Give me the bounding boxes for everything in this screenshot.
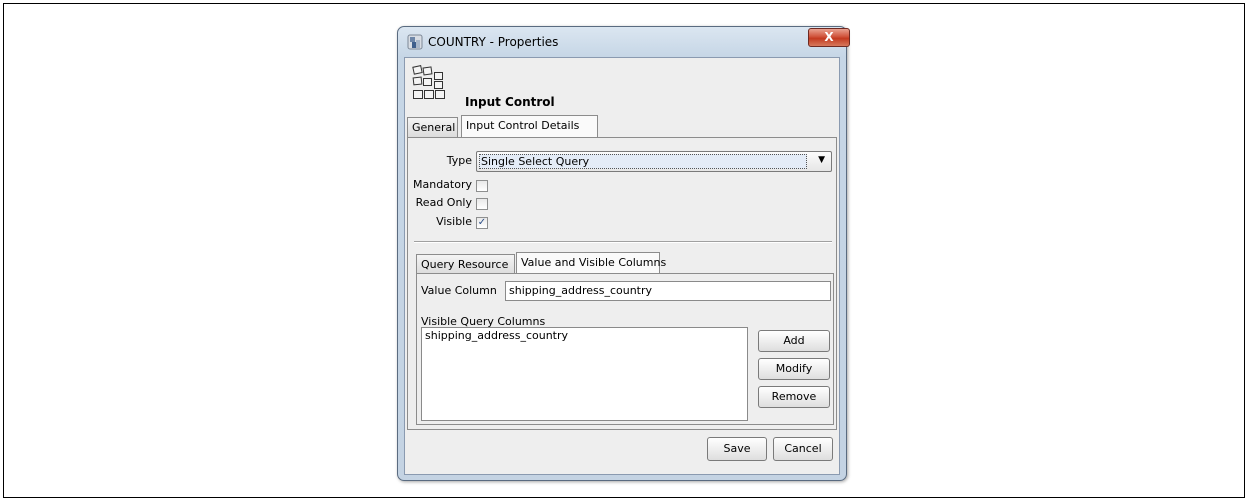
list-item[interactable]: shipping_address_country bbox=[425, 329, 747, 342]
tab-query-resource[interactable]: Query Resource bbox=[416, 254, 515, 274]
close-button[interactable]: X bbox=[808, 28, 850, 47]
separator bbox=[414, 241, 832, 243]
add-button[interactable]: Add bbox=[758, 330, 830, 352]
type-select[interactable]: Single Select Query ▼ bbox=[476, 151, 832, 172]
visible-label: Visible bbox=[436, 215, 472, 228]
read-only-label: Read Only bbox=[415, 196, 472, 209]
tab-general[interactable]: General bbox=[407, 117, 458, 137]
read-only-checkbox[interactable] bbox=[476, 198, 488, 210]
value-column-label: Value Column bbox=[421, 284, 497, 297]
remove-button[interactable]: Remove bbox=[758, 386, 830, 408]
input-control-details-panel: Type Single Select Query ▼ Mandatory Rea… bbox=[407, 137, 837, 430]
visible-columns-list[interactable]: shipping_address_country bbox=[421, 327, 748, 421]
tab-value-and-visible-columns[interactable]: Value and Visible Columns bbox=[516, 252, 666, 274]
modify-button[interactable]: Modify bbox=[758, 358, 830, 380]
value-columns-panel: Value Column shipping_address_country Vi… bbox=[416, 273, 834, 425]
input-control-icon bbox=[412, 65, 445, 99]
tab-input-control-details[interactable]: Input Control Details bbox=[461, 115, 598, 137]
dialog-content: Input Control General Input Control Deta… bbox=[404, 57, 840, 475]
header-title: Input Control bbox=[465, 95, 555, 109]
title-bar[interactable]: COUNTRY - Properties X bbox=[398, 27, 850, 57]
chevron-down-icon[interactable]: ▼ bbox=[818, 155, 825, 165]
mandatory-label: Mandatory bbox=[412, 178, 472, 191]
type-label: Type bbox=[446, 154, 472, 167]
save-button[interactable]: Save bbox=[707, 437, 767, 461]
mandatory-checkbox[interactable] bbox=[476, 180, 488, 192]
value-column-input[interactable]: shipping_address_country bbox=[505, 281, 831, 301]
properties-dialog: COUNTRY - Properties X Input Control Gen… bbox=[397, 26, 850, 481]
cancel-button[interactable]: Cancel bbox=[773, 437, 833, 461]
visible-checkbox[interactable]: ✓ bbox=[476, 217, 488, 229]
type-select-value: Single Select Query bbox=[479, 154, 807, 169]
window-title: COUNTRY - Properties bbox=[428, 35, 559, 49]
app-icon bbox=[407, 34, 423, 50]
